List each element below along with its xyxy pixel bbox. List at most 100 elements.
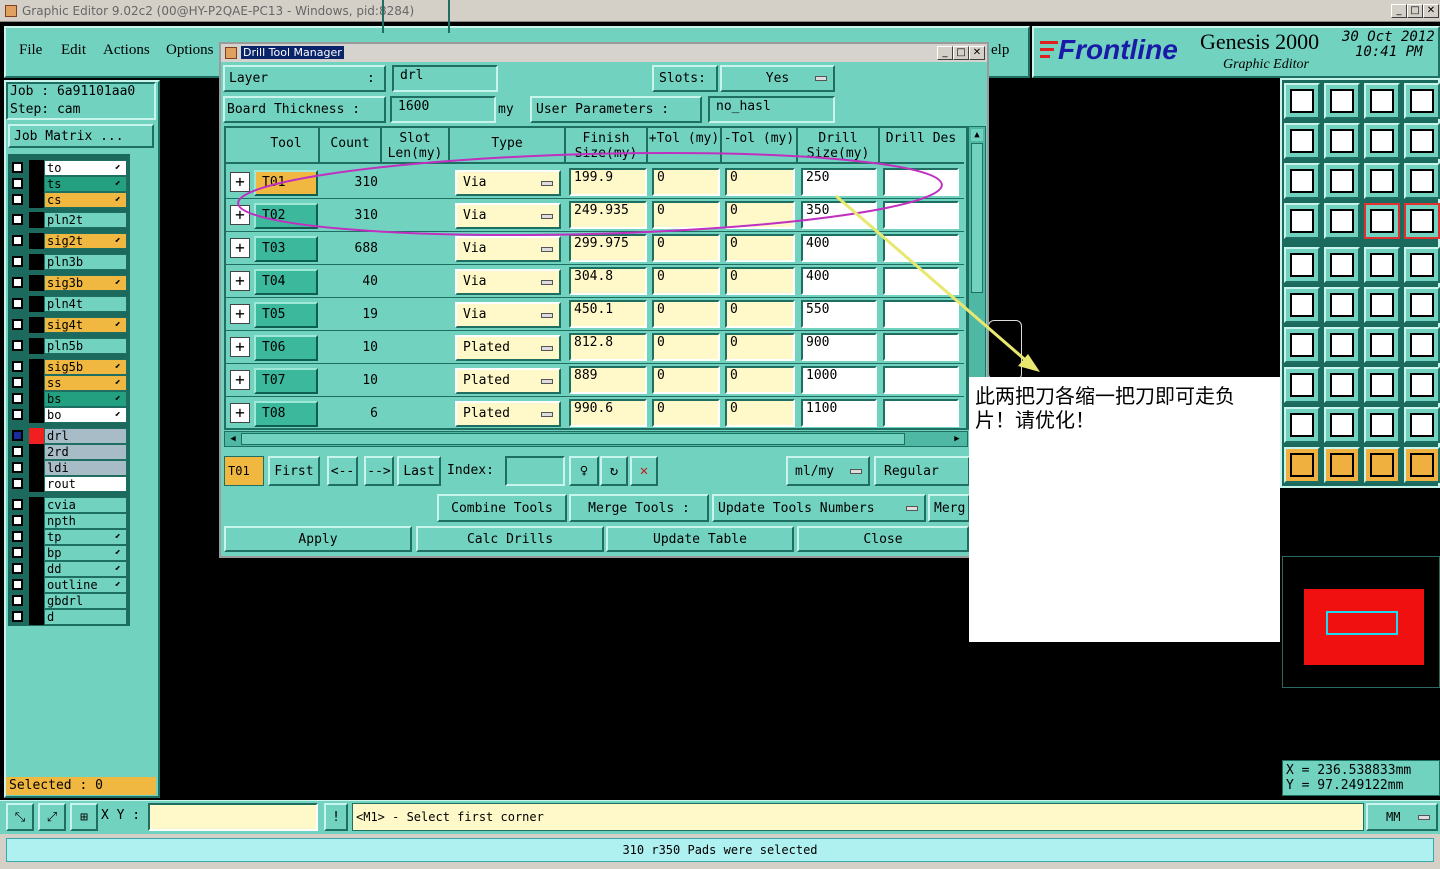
expand-icon[interactable]: +: [230, 337, 250, 357]
drill-des-input[interactable]: [883, 234, 959, 262]
grid-icon[interactable]: [1324, 203, 1360, 239]
drill-size-input[interactable]: 1100: [801, 399, 877, 427]
layer-checkbox[interactable]: [12, 361, 23, 372]
measure-icon[interactable]: [1284, 203, 1320, 239]
box-icon[interactable]: [1364, 367, 1400, 403]
layer-checkbox[interactable]: [12, 393, 23, 404]
layer-row-drl[interactable]: drl: [9, 428, 127, 444]
layer-checkbox[interactable]: [12, 446, 23, 457]
scale-icon[interactable]: [1364, 163, 1400, 199]
layer-checkbox[interactable]: [12, 499, 23, 510]
bulb-icon[interactable]: ♀: [569, 456, 599, 486]
drill-des-input[interactable]: [883, 300, 959, 328]
segment-icon[interactable]: [1364, 287, 1400, 323]
layer-checkbox[interactable]: [12, 409, 23, 420]
expand-icon[interactable]: +: [230, 403, 250, 423]
layer-input[interactable]: drl: [392, 65, 498, 92]
layer-name[interactable]: 2rd: [44, 444, 127, 460]
layer-name[interactable]: d: [44, 609, 127, 625]
menu-options[interactable]: Options: [166, 42, 214, 59]
drill-des-input[interactable]: [883, 267, 959, 295]
layer-checkbox[interactable]: [12, 319, 23, 330]
layer-row-rout[interactable]: rout: [9, 476, 127, 492]
finish-size-input[interactable]: 889: [569, 366, 647, 394]
user-params-input[interactable]: no_hasl: [708, 96, 835, 123]
layer-row-pln3b[interactable]: pln3b: [9, 254, 127, 270]
layer-row-sig2t[interactable]: sig2t ⬋: [9, 233, 127, 249]
zoom-fit-icon[interactable]: [1284, 163, 1320, 199]
minus-tol-input[interactable]: 0: [725, 234, 795, 262]
scroll-left-icon[interactable]: ◀: [227, 433, 239, 445]
layer-checkbox[interactable]: [12, 298, 23, 309]
plus-tol-input[interactable]: 0: [652, 366, 720, 394]
menu-edit[interactable]: Edit: [61, 42, 86, 59]
tool-type-select[interactable]: Via: [455, 203, 561, 229]
merge-tools-button[interactable]: Merge Tools :: [569, 494, 709, 522]
expand-icon[interactable]: +: [230, 238, 250, 258]
finish-size-input[interactable]: 199.9: [569, 168, 647, 196]
flip-icon[interactable]: [1404, 327, 1440, 363]
zoom-center-icon[interactable]: [1324, 163, 1360, 199]
layer-name[interactable]: cvia: [44, 497, 127, 513]
expand-icon[interactable]: +: [230, 172, 250, 192]
layer-name[interactable]: rout: [44, 476, 127, 492]
arrow-box-icon[interactable]: [1324, 447, 1360, 483]
tool-type-select[interactable]: Plated: [455, 401, 561, 427]
units-select[interactable]: ml/my: [786, 456, 870, 486]
home-icon[interactable]: [1364, 83, 1400, 119]
layer-row-bp[interactable]: bp ⬋: [9, 545, 127, 561]
close-button[interactable]: ✕: [1423, 4, 1439, 18]
plus-tol-input[interactable]: 0: [652, 399, 720, 427]
drill-des-input[interactable]: [883, 333, 959, 361]
layer-row-sig5b[interactable]: sig5b ⬋: [9, 359, 127, 375]
units-mm-select[interactable]: MM: [1366, 803, 1438, 831]
layer-row-pln2t[interactable]: pln2t: [9, 212, 127, 228]
minimize-button[interactable]: _: [1391, 4, 1407, 18]
layer-row-to[interactable]: to ⬋: [9, 160, 127, 176]
drill-des-input[interactable]: [883, 399, 959, 427]
layer-name[interactable]: pln3b: [44, 254, 127, 270]
last-button[interactable]: Last: [397, 456, 441, 486]
select-point-icon[interactable]: [1284, 367, 1320, 403]
layer-checkbox[interactable]: [12, 214, 23, 225]
layer-row-ldi[interactable]: ldi: [9, 460, 127, 476]
drill-size-input[interactable]: 1000: [801, 366, 877, 394]
scroll-up-icon[interactable]: ▲: [971, 129, 983, 141]
layer-checkbox[interactable]: [12, 462, 23, 473]
layer-row-cvia[interactable]: cvia: [9, 497, 127, 513]
connect-icon[interactable]: [1404, 287, 1440, 323]
update-tools-numbers-select[interactable]: Update Tools Numbers: [712, 494, 926, 522]
minus-tol-input[interactable]: 0: [725, 168, 795, 196]
traffic-icon[interactable]: [1364, 203, 1400, 239]
layer-row-bs[interactable]: bs ⬋: [9, 391, 127, 407]
layer-row-2rd[interactable]: 2rd: [9, 444, 127, 460]
drill-size-input[interactable]: 250: [801, 168, 877, 196]
layer-name[interactable]: drl: [44, 428, 127, 444]
plus-tol-input[interactable]: 0: [652, 234, 720, 262]
ruler-icon[interactable]: [1364, 247, 1400, 283]
layer-row-dd[interactable]: dd ⬋: [9, 561, 127, 577]
plus-tol-input[interactable]: 0: [652, 333, 720, 361]
finish-size-input[interactable]: 990.6: [569, 399, 647, 427]
line-angle-icon[interactable]: [1284, 327, 1320, 363]
swap-icon[interactable]: [1364, 123, 1400, 159]
layer-row-cs[interactable]: cs ⬋: [9, 192, 127, 208]
drill-size-input[interactable]: 900: [801, 333, 877, 361]
tool-type-select[interactable]: Via: [455, 236, 561, 262]
mode-select[interactable]: Regular: [874, 456, 970, 486]
dialog-maximize-button[interactable]: □: [953, 46, 969, 60]
layer-checkbox[interactable]: [12, 194, 23, 205]
plus-tol-input[interactable]: 0: [652, 201, 720, 229]
tool-button[interactable]: T08: [254, 401, 318, 427]
dialog-close-button[interactable]: ✕: [969, 46, 985, 60]
layer-checkbox[interactable]: [12, 515, 23, 526]
layer-checkbox[interactable]: [12, 547, 23, 558]
next-button[interactable]: -->: [364, 456, 394, 486]
layer-name[interactable]: ldi: [44, 460, 127, 476]
refresh-icon[interactable]: ↻: [600, 456, 628, 486]
minus-tol-input[interactable]: 0: [725, 399, 795, 427]
plus-tol-input[interactable]: 0: [652, 168, 720, 196]
layer-name[interactable]: pln4t: [44, 296, 127, 312]
layer-row-sig4t[interactable]: sig4t ⬋: [9, 317, 127, 333]
expand-icon[interactable]: +: [230, 205, 250, 225]
